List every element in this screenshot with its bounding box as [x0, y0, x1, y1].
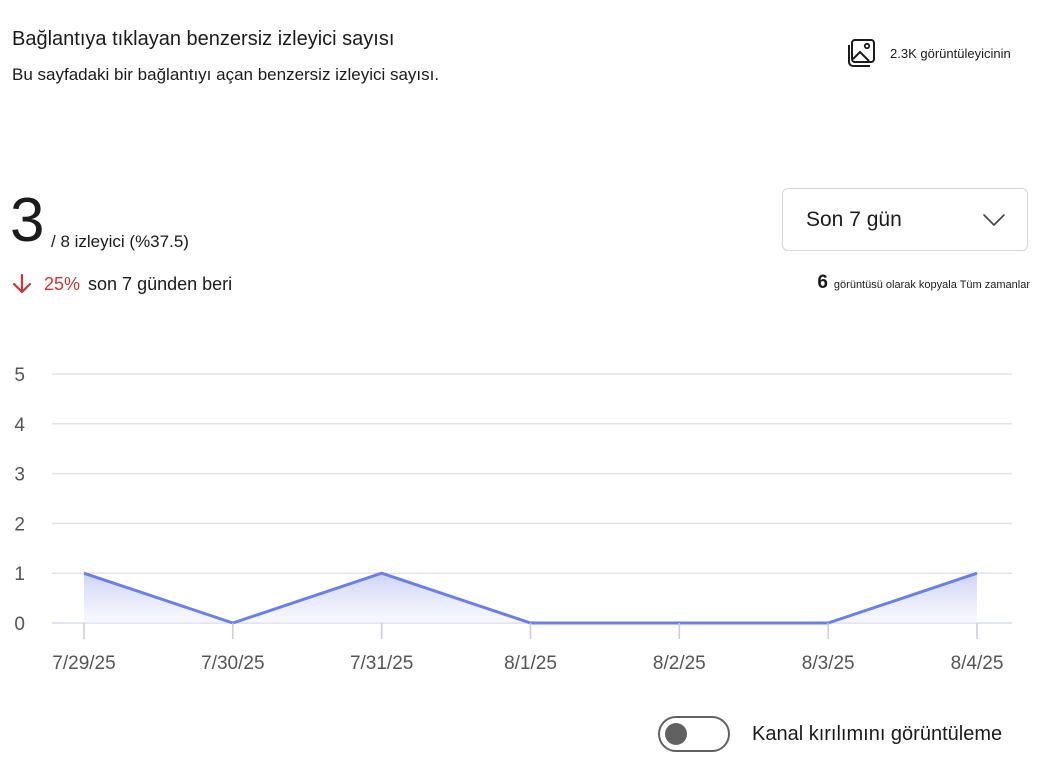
unique-viewers-count: 3 — [10, 186, 45, 255]
page-title: Bağlantıya tıklayan benzersiz izleyici s… — [12, 28, 395, 50]
copy-views-summary: 6 görüntüsü olarak kopyala Tüm zamanlar — [817, 272, 1030, 294]
channel-breakdown-toggle[interactable] — [658, 716, 730, 752]
viewers-line-chart: 0 1 2 3 4 5 7/29/25 7/30/25 7/31/25 8/1/25 8/2/25… — [14, 365, 1012, 674]
period-dropdown[interactable]: Son 7 gün — [782, 188, 1028, 251]
x-tick-label: 7/30/25 — [201, 653, 264, 674]
viewers-ratio: / 8 izleyici (%37.5) — [51, 232, 189, 251]
x-tick-label: 8/3/25 — [802, 653, 855, 674]
copy-views-count: 6 — [817, 272, 828, 293]
arrow-down-icon — [12, 272, 34, 296]
x-tick-label: 7/29/25 — [52, 653, 115, 674]
y-tick-label: 0 — [14, 614, 25, 635]
y-tick-label: 5 — [14, 365, 25, 386]
image-viewers-text: 2.3K görüntüleyicinin — [890, 45, 1011, 61]
change-since-text: son 7 günden beri — [88, 273, 233, 294]
copy-views-text: görüntüsü olarak kopyala Tüm zamanlar — [833, 279, 1030, 291]
x-tick-label: 7/31/25 — [350, 653, 413, 674]
y-tick-label: 3 — [14, 465, 25, 486]
y-tick-label: 1 — [14, 564, 25, 585]
change-percent: 25% — [44, 273, 81, 294]
page-subtitle: Bu sayfadaki bir bağlantıyı açan benzers… — [12, 65, 440, 84]
channel-breakdown-label: Kanal kırılımını görüntüleme — [752, 722, 1003, 745]
chevron-down-icon — [983, 213, 1005, 227]
toggle-knob — [665, 723, 687, 745]
image-gallery-icon — [844, 36, 878, 70]
period-dropdown-value: Son 7 gün — [806, 207, 902, 231]
y-tick-label: 2 — [14, 514, 25, 535]
image-viewers-summary[interactable]: 2.3K görüntüleyicinin — [844, 36, 1011, 70]
chart-series-line — [83, 571, 978, 625]
x-tick-label: 8/4/25 — [951, 653, 1004, 674]
change-indicator: 25% son 7 günden beri — [12, 272, 232, 296]
x-tick-label: 8/1/25 — [504, 653, 557, 674]
chart-area-fill — [84, 573, 977, 623]
y-tick-label: 4 — [14, 415, 25, 436]
channel-breakdown-row: Kanal kırılımını görüntüleme — [658, 716, 1002, 752]
x-tick-label: 8/2/25 — [653, 653, 706, 674]
